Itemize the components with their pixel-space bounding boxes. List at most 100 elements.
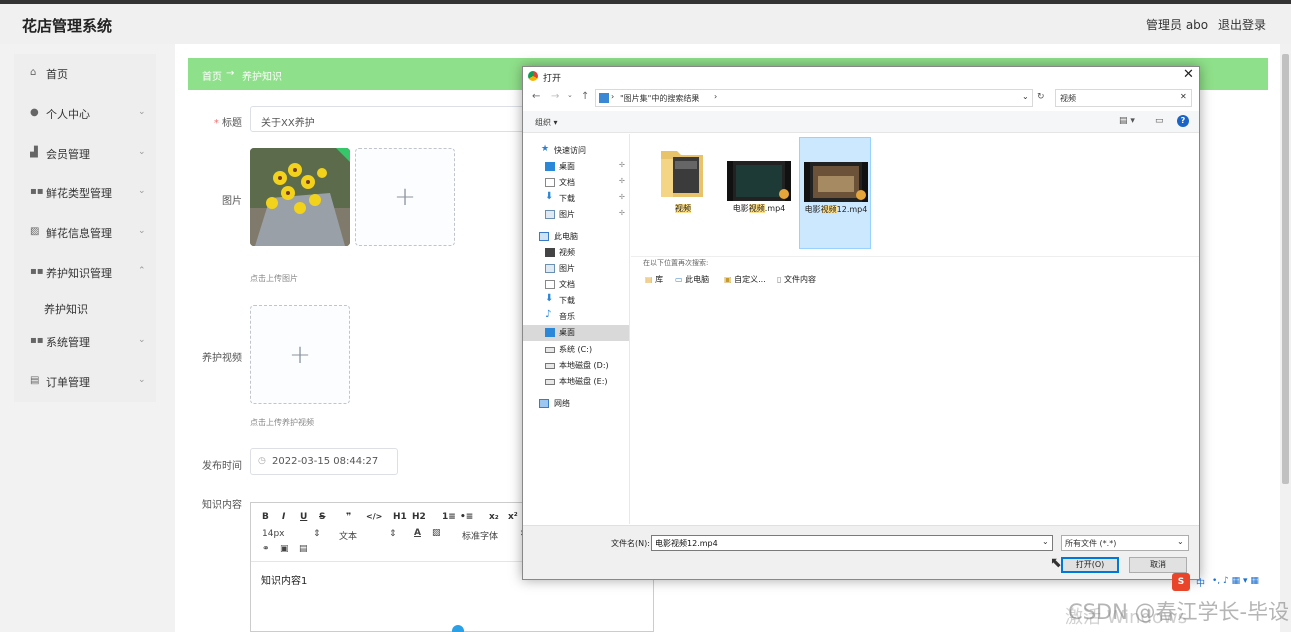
subscript-button[interactable]: x₂ [489, 512, 499, 522]
nav-pc-desktop[interactable]: 桌面 [523, 325, 629, 341]
current-user: 管理员 abo [1146, 18, 1209, 32]
sidebar-item-care-knowledge[interactable]: ▪▪ 养护知识管理 ⌃ [14, 259, 156, 287]
drag-handle-icon[interactable] [452, 625, 464, 632]
date-value: 2022-03-15 08:44:27 [272, 456, 379, 467]
sidebar-item-flower-info[interactable]: ▨ 鲜花信息管理 ⌄ [14, 219, 156, 247]
video-insert-icon[interactable]: ▤ [299, 544, 308, 554]
forward-arrow-icon[interactable]: → [551, 91, 559, 102]
pin-icon: ✢ [619, 209, 625, 217]
search-again-library[interactable]: ▤ 库 [645, 274, 663, 285]
up-arrow-icon[interactable]: ↑ [581, 91, 589, 102]
nav-drive-e[interactable]: 本地磁盘 (E:) [523, 374, 629, 390]
refresh-icon[interactable]: ↻ [1037, 92, 1045, 102]
cancel-button[interactable]: 取消 [1129, 557, 1187, 573]
sogou-ime-icon[interactable]: S [1172, 573, 1190, 591]
image-insert-icon[interactable]: ▣ [280, 544, 289, 554]
font-color-icon[interactable]: A [414, 528, 421, 538]
font-family-select[interactable]: 标准字体 [462, 529, 498, 542]
sidebar-item-home[interactable]: ⌂ 首页 [14, 60, 156, 88]
search-again-custom[interactable]: ▣ 自定义... [724, 274, 766, 285]
nav-quick-desktop[interactable]: 桌面 ✢ [523, 159, 629, 175]
h1-button[interactable]: H1 [393, 512, 407, 522]
filename-label: 文件名(N): [611, 539, 650, 548]
title-input[interactable]: 关于XX养护 [250, 106, 530, 132]
nav-quick-downloads[interactable]: ⬇ 下载 ✢ [523, 191, 629, 207]
bullet-list-button[interactable]: •≡ [460, 512, 473, 522]
nav-pc-music[interactable]: ♪ 音乐 [523, 309, 629, 325]
recent-dropdown-icon[interactable]: ⌄ [567, 91, 573, 99]
chevron-down-icon[interactable]: ⌄ [1022, 92, 1029, 101]
ime-toolbar-icons[interactable]: •, ♪ ▦ ▾ ▦ [1212, 576, 1259, 586]
logout-link[interactable]: 退出登录 [1218, 16, 1266, 33]
search-again-file-contents[interactable]: ▯ 文件内容 [777, 274, 816, 285]
nav-pc-downloads[interactable]: ⬇ 下载 [523, 293, 629, 309]
filename-input[interactable]: 电影视频12.mp4 ⌄ [651, 535, 1053, 551]
link-icon[interactable]: ⚭ [262, 544, 270, 554]
scrollbar-thumb[interactable] [1282, 54, 1289, 484]
strike-button[interactable]: S [319, 512, 325, 522]
file-name: 电影视频12.mp4 [804, 205, 868, 214]
ordered-list-button[interactable]: 1≡ [442, 512, 456, 522]
view-options-icon[interactable]: ▤ ▾ [1119, 116, 1135, 126]
sidebar-item-orders[interactable]: ▤ 订单管理 ⌄ [14, 368, 156, 396]
nav-quick-documents[interactable]: 文档 ✢ [523, 175, 629, 191]
clock-icon: ◷ [258, 456, 266, 466]
superscript-button[interactable]: x² [508, 512, 518, 522]
breadcrumb-home[interactable]: 首页 [202, 68, 222, 83]
background-color-icon[interactable]: ▨ [432, 528, 441, 538]
file-tile-video-1[interactable]: 电影视频.mp4 [723, 137, 795, 249]
italic-button[interactable]: I [282, 512, 285, 522]
image-upload-button[interactable]: + [355, 148, 455, 246]
nav-label: 图片 [559, 210, 575, 219]
nav-pc-videos[interactable]: 视频 [523, 245, 629, 261]
file-tile-folder[interactable]: 视频 [647, 137, 719, 249]
user-icon: ● [30, 107, 39, 118]
address-bar[interactable]: › "图片集"中的搜索结果 › ⌄ [595, 89, 1033, 107]
uploaded-image-thumbnail[interactable] [250, 148, 350, 246]
page-scrollbar[interactable] [1280, 44, 1291, 632]
navigation-pane: ★ 快速访问 桌面 ✢ 文档 ✢ ⬇ 下载 ✢ 图片 ✢ 此电脑 视频 图片 文… [523, 134, 630, 524]
open-button[interactable]: 打开(O) [1061, 557, 1119, 573]
app-header: 花店管理系统 管理员 abo 退出登录 [0, 4, 1291, 44]
font-size-select[interactable]: 14px [262, 529, 285, 539]
back-arrow-icon[interactable]: ← [532, 91, 540, 102]
nav-drive-d[interactable]: 本地磁盘 (D:) [523, 358, 629, 374]
nav-pc-pictures[interactable]: 图片 [523, 261, 629, 277]
sidebar-item-profile[interactable]: ● 个人中心 ⌄ [14, 100, 156, 128]
search-again-this-pc[interactable]: ▭ 此电脑 [675, 274, 709, 285]
file-list-pane: 视频 电影视频.mp4 电影视频12.mp4 在以下位置再次搜索: ▤ 库 ▭ … [631, 134, 1199, 524]
code-button[interactable]: </> [366, 512, 382, 521]
nav-network[interactable]: 网络 [523, 396, 629, 412]
ime-mode[interactable]: 中 [1196, 576, 1205, 589]
nav-this-pc[interactable]: 此电脑 [523, 229, 629, 245]
editor-content[interactable]: 知识内容1 [261, 572, 307, 587]
sidebar-item-flower-types[interactable]: ▪▪ 鲜花类型管理 ⌄ [14, 179, 156, 207]
nav-drive-c[interactable]: 系统 (C:) [523, 342, 629, 358]
help-icon[interactable]: ? [1177, 115, 1189, 127]
nav-quick-access[interactable]: ★ 快速访问 [523, 143, 629, 159]
video-upload-button[interactable]: + [250, 305, 350, 404]
file-tile-video-2-selected[interactable]: 电影视频12.mp4 [799, 137, 871, 249]
organize-menu[interactable]: 组织 ▾ [535, 117, 558, 128]
bold-button[interactable]: B [262, 512, 269, 522]
quote-button[interactable]: ❞ [346, 512, 351, 522]
h2-button[interactable]: H2 [412, 512, 426, 522]
download-icon: ⬇ [545, 293, 554, 304]
file-type-select[interactable]: 所有文件 (*.*) ⌄ [1061, 535, 1189, 551]
preview-pane-icon[interactable]: ▭ [1155, 116, 1164, 126]
clear-search-icon[interactable]: ✕ [1180, 92, 1187, 101]
nav-quick-pictures[interactable]: 图片 ✢ [523, 207, 629, 223]
sidebar-subitem-care-knowledge[interactable]: 养护知识 [44, 301, 88, 317]
sidebar-item-members[interactable]: ▟ 会员管理 ⌄ [14, 140, 156, 168]
nav-pc-documents[interactable]: 文档 [523, 277, 629, 293]
sidebar-item-system[interactable]: ▪▪ 系统管理 ⌄ [14, 328, 156, 356]
chevron-down-icon: ⌄ [138, 107, 146, 117]
search-box[interactable]: 视频 ✕ [1055, 89, 1192, 107]
chevron-down-icon: ⌃ [138, 266, 146, 276]
chevron-down-icon[interactable]: ⌄ [1042, 537, 1049, 546]
text-style-select[interactable]: 文本 [339, 529, 357, 542]
date-picker[interactable]: ◷ 2022-03-15 08:44:27 [250, 448, 398, 475]
close-icon[interactable]: ✕ [1183, 67, 1194, 82]
underline-button[interactable]: U [300, 512, 307, 522]
list-icon: ▤ [30, 375, 40, 386]
